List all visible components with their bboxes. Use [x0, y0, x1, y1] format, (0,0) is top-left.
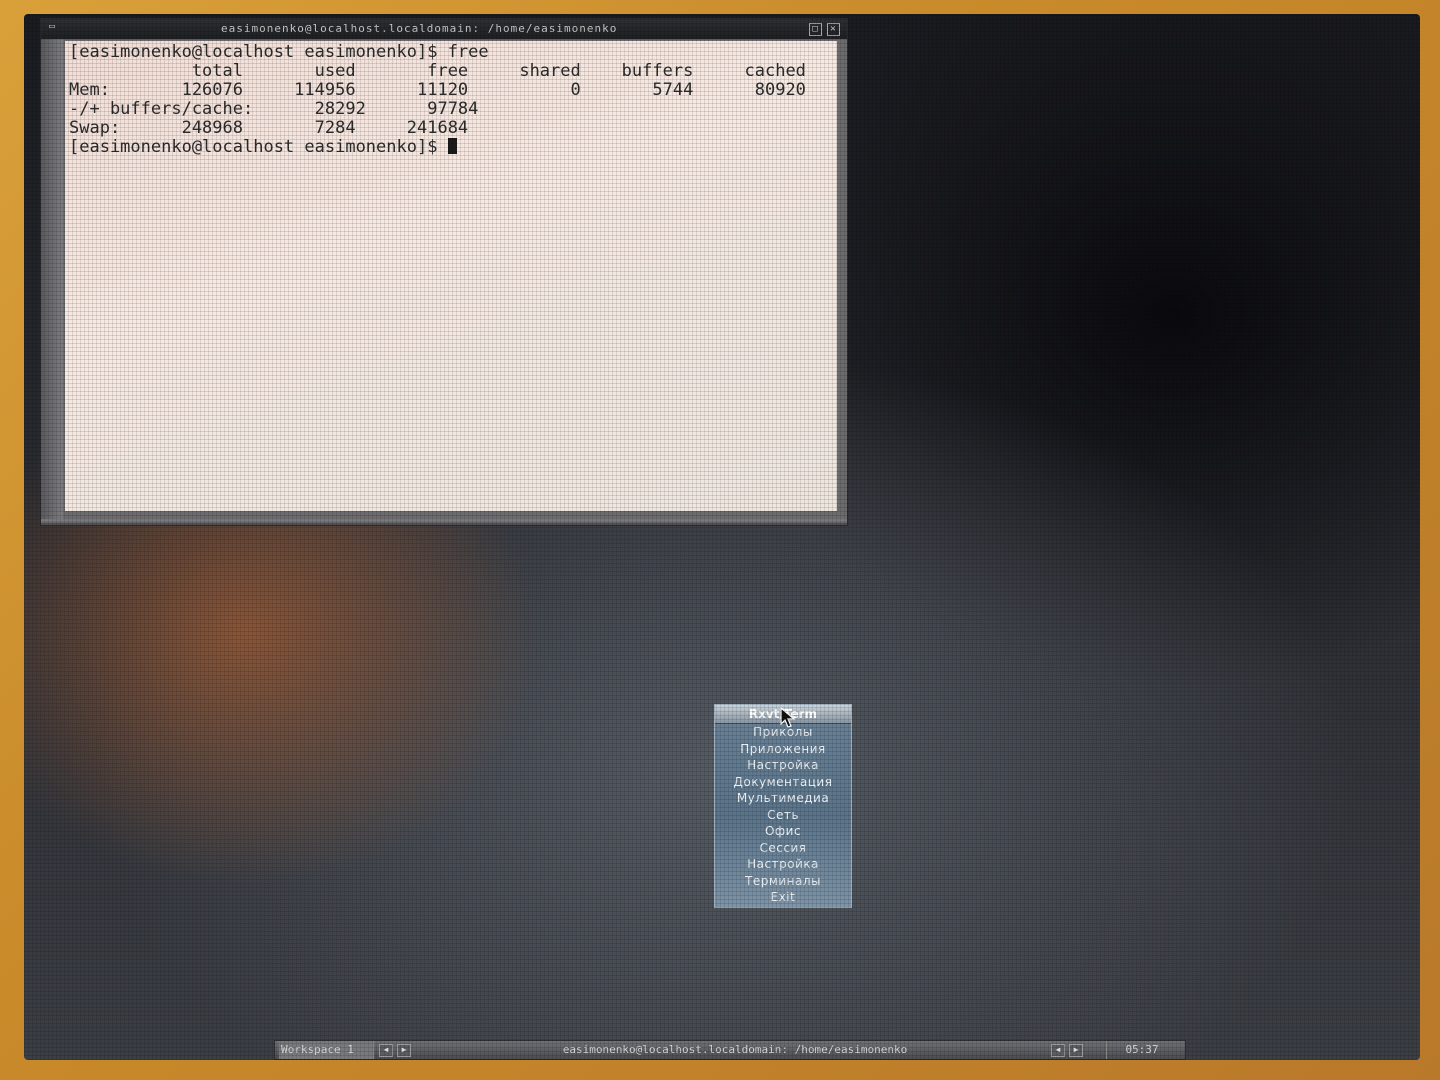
- menu-item-settings[interactable]: Настройка: [715, 757, 851, 774]
- window-menu-icon[interactable]: ▭: [49, 21, 61, 33]
- terminal-scrollbar[interactable]: [41, 39, 63, 519]
- clock: 05:37: [1106, 1041, 1177, 1059]
- menu-item-session[interactable]: Сессия: [715, 840, 851, 857]
- taskbar-window-title[interactable]: easimonenko@localhost.localdomain: /home…: [425, 1041, 1045, 1059]
- terminal-line: Mem: 126076 114956 11120 0 5744 80920: [69, 80, 806, 100]
- terminal-line: total used free shared buffers cached: [69, 61, 806, 81]
- taskbar: Workspace 1 ◀ ▶ easimonenko@localhost.lo…: [274, 1040, 1186, 1060]
- menu-item-office[interactable]: Офис: [715, 823, 851, 840]
- menu-item-terminals[interactable]: Терминалы: [715, 873, 851, 890]
- terminal-line: Swap: 248968 7284 241684: [69, 118, 469, 138]
- terminal-window[interactable]: ▭ easimonenko@localhost.localdomain: /ho…: [40, 18, 848, 526]
- arrow-right-icon[interactable]: ▶: [397, 1044, 411, 1057]
- terminal-output[interactable]: [easimonenko@localhost easimonenko]$ fre…: [65, 41, 837, 511]
- arrow-left-icon[interactable]: ◀: [379, 1044, 393, 1057]
- text-cursor: [447, 138, 457, 154]
- menu-item-applications[interactable]: Приложения: [715, 741, 851, 758]
- terminal-window-title: easimonenko@localhost.localdomain: /home…: [221, 22, 618, 35]
- root-menu[interactable]: Rxvt/Term Приколы Приложения Настройка Д…: [714, 704, 852, 908]
- desktop-screen: ▭ easimonenko@localhost.localdomain: /ho…: [24, 14, 1420, 1060]
- menu-item-exit[interactable]: Exit: [715, 889, 851, 906]
- terminal-prompt: [easimonenko@localhost easimonenko]$: [69, 137, 448, 157]
- terminal-titlebar[interactable]: ▭ easimonenko@localhost.localdomain: /ho…: [41, 19, 847, 39]
- arrow-right-icon[interactable]: ▶: [1069, 1044, 1083, 1057]
- terminal-bottom-border[interactable]: [41, 519, 847, 525]
- terminal-prompt-line[interactable]: [easimonenko@localhost easimonenko]$: [69, 138, 833, 157]
- menu-item-multimedia[interactable]: Мультимедиа: [715, 790, 851, 807]
- terminal-line: -/+ buffers/cache: 28292 97784: [69, 99, 479, 119]
- maximize-icon[interactable]: □: [809, 23, 822, 36]
- menu-item-network[interactable]: Сеть: [715, 807, 851, 824]
- mouse-cursor-icon: [780, 707, 796, 728]
- close-icon[interactable]: ✕: [827, 23, 840, 36]
- arrow-left-icon[interactable]: ◀: [1051, 1044, 1065, 1057]
- terminal-line: [easimonenko@localhost easimonenko]$ fre…: [69, 42, 489, 62]
- workspace-label[interactable]: Workspace 1: [279, 1041, 374, 1059]
- menu-item-documentation[interactable]: Документация: [715, 774, 851, 791]
- menu-item-configuration[interactable]: Настройка: [715, 856, 851, 873]
